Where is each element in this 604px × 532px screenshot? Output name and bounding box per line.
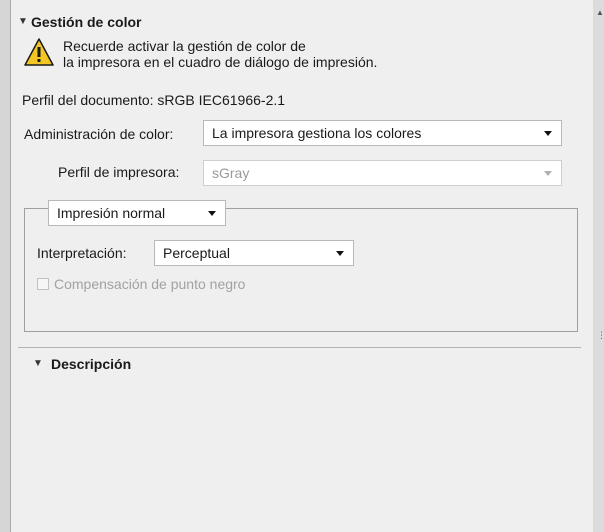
color-admin-label: Administración de color:	[24, 126, 174, 142]
print-options-group	[24, 208, 578, 332]
warning-icon	[24, 38, 54, 66]
collapse-triangle-icon[interactable]: ▼	[18, 16, 28, 27]
color-admin-value: La impresora gestiona los colores	[212, 125, 422, 141]
interpretation-value: Perceptual	[163, 245, 230, 261]
black-point-checkbox[interactable]	[37, 278, 49, 290]
warning-line-1: Recuerde activar la gestión de color de	[63, 38, 306, 54]
chevron-down-icon	[544, 131, 552, 136]
resize-grip-icon[interactable]: ⋮	[597, 330, 604, 341]
chevron-down-icon	[544, 171, 552, 176]
printer-profile-value: sGray	[212, 165, 250, 181]
interpretation-dropdown[interactable]: Perceptual	[154, 240, 354, 266]
description-title[interactable]: Descripción	[51, 356, 131, 372]
printer-profile-label: Perfil de impresora:	[58, 164, 180, 180]
warning-line-2: la impresora en el cuadro de diálogo de …	[63, 54, 378, 70]
color-management-title[interactable]: Gestión de color	[31, 14, 141, 30]
print-mode-value: Impresión normal	[57, 205, 166, 221]
chevron-down-icon	[208, 211, 216, 216]
chevron-down-icon	[336, 251, 344, 256]
color-admin-dropdown[interactable]: La impresora gestiona los colores	[203, 120, 562, 146]
printer-profile-dropdown[interactable]: sGray	[203, 160, 562, 186]
black-point-label: Compensación de punto negro	[54, 276, 246, 292]
warning-message: Recuerde activar la gestión de color de …	[63, 38, 377, 70]
collapse-triangle-icon[interactable]: ▼	[33, 358, 43, 369]
interpretation-label: Interpretación:	[37, 245, 127, 261]
document-profile-text: Perfil del documento: sRGB IEC61966-2.1	[22, 92, 286, 108]
section-divider	[18, 347, 581, 348]
scroll-up-icon[interactable]: ▲	[596, 8, 604, 17]
print-mode-dropdown[interactable]: Impresión normal	[48, 200, 226, 226]
panel-scrollbar[interactable]	[593, 0, 604, 532]
